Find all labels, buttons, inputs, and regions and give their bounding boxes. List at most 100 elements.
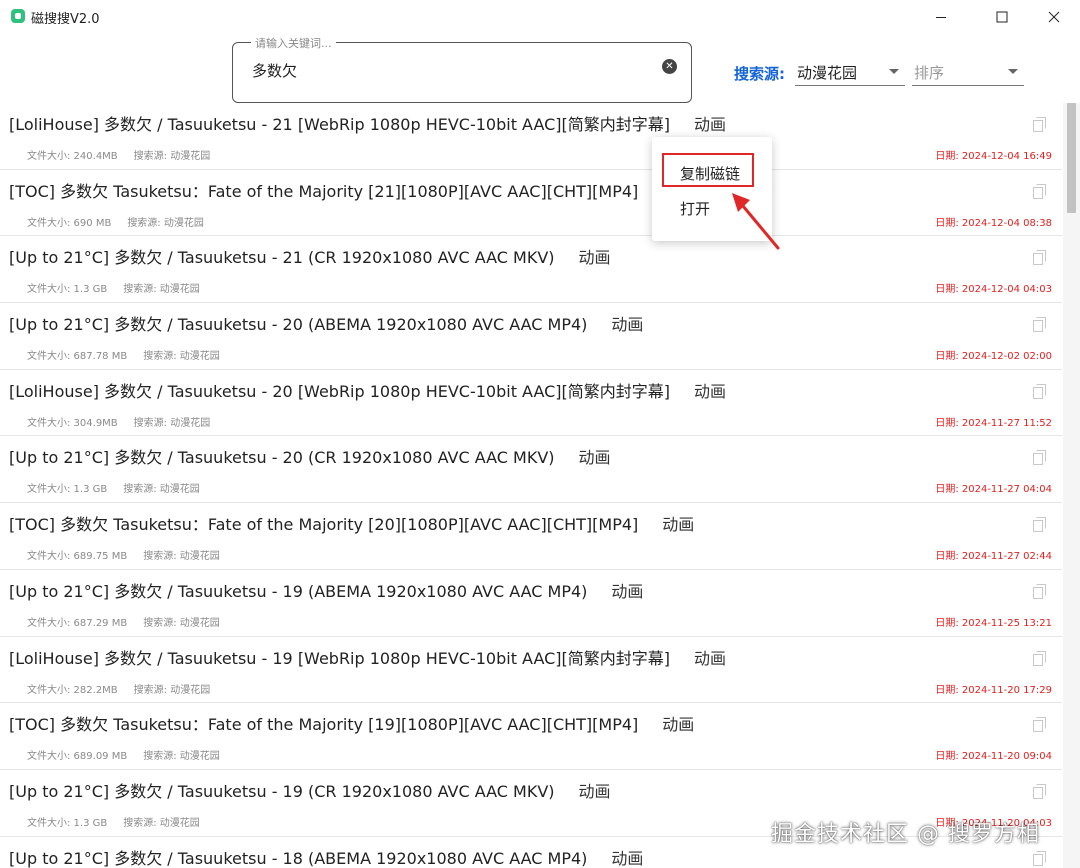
- result-source: 搜索源: 动漫花园: [123, 484, 200, 496]
- copy-icon[interactable]: [1033, 250, 1046, 266]
- file-size: 文件大小: 689.09 MB: [27, 751, 128, 763]
- result-title: [Up to 21°C] 多数欠 / Tasuuketsu - 19 (CR 1…: [9, 778, 611, 802]
- result-meta: 文件大小: 240.4MB 搜索源: 动漫花园: [27, 147, 210, 162]
- result-date: 日期: 2024-11-27 02:44: [935, 551, 1052, 563]
- search-input[interactable]: 请输入关键词... 多数欠 ✕: [232, 35, 692, 103]
- result-title: [Up to 21°C] 多数欠 / Tasuuketsu - 18 (ABEM…: [9, 845, 643, 868]
- highlight-box: [662, 153, 754, 187]
- maximize-icon: [996, 11, 1008, 23]
- result-type: 动画: [578, 448, 611, 468]
- file-size: 文件大小: 1.3 GB: [27, 817, 108, 829]
- list-item[interactable]: [TOC] 多数欠 Tasuketsu：Fate of the Majority…: [0, 170, 1062, 237]
- result-source: 搜索源: 动漫花园: [143, 551, 220, 563]
- result-date: 日期: 2024-11-25 13:21: [935, 617, 1052, 629]
- minimize-button[interactable]: [918, 0, 964, 34]
- list-item[interactable]: [Up to 21°C] 多数欠 / Tasuuketsu - 20 (CR 1…: [0, 436, 1062, 504]
- results-list[interactable]: [LoliHouse] 多数欠 / Tasuuketsu - 21 [WebRi…: [0, 103, 1062, 868]
- result-source: 搜索源: 动漫花园: [133, 417, 211, 429]
- file-size: 文件大小: 240.4MB: [27, 151, 118, 162]
- close-button[interactable]: [1031, 0, 1077, 34]
- copy-icon[interactable]: [1033, 650, 1046, 666]
- result-source: 搜索源: 动漫花园: [133, 151, 211, 162]
- result-meta: 文件大小: 689.75 MB 搜索源: 动漫花园: [27, 547, 220, 562]
- result-type: 动画: [611, 581, 644, 601]
- copy-icon[interactable]: [1033, 117, 1046, 132]
- source-select-value: 动漫花园: [797, 64, 858, 82]
- copy-icon[interactable]: [1033, 783, 1046, 799]
- close-icon: [1048, 11, 1060, 23]
- copy-icon[interactable]: [1033, 717, 1046, 733]
- open-menu-item[interactable]: 打开: [680, 198, 710, 219]
- result-source: 搜索源: 动漫花园: [143, 751, 220, 763]
- result-title: [LoliHouse] 多数欠 / Tasuuketsu - 19 [WebRi…: [9, 645, 726, 669]
- result-title: [Up to 21°C] 多数欠 / Tasuuketsu - 20 (ABEM…: [9, 311, 643, 335]
- copy-icon[interactable]: [1033, 317, 1046, 333]
- file-size: 文件大小: 282.2MB: [27, 684, 118, 696]
- file-size: 文件大小: 304.9MB: [27, 417, 118, 429]
- file-size: 文件大小: 690 MB: [27, 217, 112, 229]
- result-meta: 文件大小: 689.09 MB 搜索源: 动漫花园: [27, 747, 220, 762]
- list-item[interactable]: [LoliHouse] 多数欠 / Tasuuketsu - 20 [WebRi…: [0, 370, 1062, 437]
- result-source: 搜索源: 动漫花园: [133, 684, 211, 696]
- result-title: [LoliHouse] 多数欠 / Tasuuketsu - 20 [WebRi…: [9, 378, 726, 402]
- result-source: 搜索源: 动漫花园: [123, 284, 200, 296]
- list-item[interactable]: [TOC] 多数欠 Tasuketsu：Fate of the Majority…: [0, 503, 1062, 570]
- result-type: 动画: [662, 715, 695, 735]
- result-type: 动画: [694, 648, 727, 668]
- search-value[interactable]: 多数欠: [252, 60, 297, 81]
- result-title: [Up to 21°C] 多数欠 / Tasuuketsu - 21 (CR 1…: [9, 244, 611, 268]
- result-type: 动画: [694, 115, 727, 134]
- file-size: 文件大小: 687.78 MB: [27, 351, 128, 363]
- result-title: [TOC] 多数欠 Tasuketsu：Fate of the Majority…: [9, 511, 694, 535]
- result-type: 动画: [578, 781, 611, 801]
- chevron-down-icon: [889, 69, 899, 74]
- copy-icon[interactable]: [1033, 583, 1046, 599]
- result-meta: 文件大小: 687.78 MB 搜索源: 动漫花园: [27, 347, 220, 362]
- file-size: 文件大小: 687.29 MB: [27, 617, 128, 629]
- copy-icon[interactable]: [1033, 183, 1046, 199]
- result-title: [TOC] 多数欠 Tasuketsu：Fate of the Majority…: [9, 711, 694, 735]
- clear-search-icon[interactable]: ✕: [662, 59, 677, 74]
- list-item[interactable]: [Up to 21°C] 多数欠 / Tasuuketsu - 21 (CR 1…: [0, 236, 1062, 304]
- result-meta: 文件大小: 690 MB 搜索源: 动漫花园: [27, 214, 204, 229]
- result-type: 动画: [611, 315, 644, 335]
- scrollbar-thumb[interactable]: [1067, 103, 1076, 213]
- pointer-arrow-icon: [732, 193, 780, 250]
- copy-icon[interactable]: [1033, 450, 1046, 466]
- source-label: 搜索源:: [734, 65, 785, 83]
- copy-icon[interactable]: [1033, 517, 1046, 533]
- sort-select[interactable]: 排序: [912, 60, 1024, 86]
- result-source: 搜索源: 动漫花园: [143, 617, 220, 629]
- chevron-down-icon: [1008, 69, 1018, 74]
- copy-icon[interactable]: [1033, 383, 1046, 399]
- watermark: 掘金技术社区 @ 搜罗方相: [771, 822, 1040, 847]
- result-title: [TOC] 多数欠 Tasuketsu：Fate of the Majority…: [9, 178, 694, 202]
- result-title: [LoliHouse] 多数欠 / Tasuuketsu - 21 [WebRi…: [9, 111, 726, 135]
- result-meta: 文件大小: 282.2MB 搜索源: 动漫花园: [27, 681, 210, 696]
- list-item[interactable]: [Up to 21°C] 多数欠 / Tasuuketsu - 19 (ABEM…: [0, 570, 1062, 637]
- result-type: 动画: [694, 381, 727, 401]
- minimize-icon: [936, 17, 946, 18]
- result-meta: 文件大小: 304.9MB 搜索源: 动漫花园: [27, 414, 210, 429]
- source-select[interactable]: 动漫花园: [795, 60, 905, 86]
- result-meta: 文件大小: 1.3 GB 搜索源: 动漫花园: [27, 280, 200, 295]
- result-meta: 文件大小: 687.29 MB 搜索源: 动漫花园: [27, 614, 220, 629]
- list-item[interactable]: [TOC] 多数欠 Tasuketsu：Fate of the Majority…: [0, 703, 1062, 770]
- file-size: 文件大小: 1.3 GB: [27, 484, 108, 496]
- file-size: 文件大小: 689.75 MB: [27, 551, 128, 563]
- result-date: 日期: 2024-12-02 02:00: [935, 351, 1052, 363]
- result-source: 搜索源: 动漫花园: [127, 217, 204, 229]
- result-date: 日期: 2024-12-04 16:49: [935, 151, 1052, 162]
- result-type: 动画: [611, 848, 644, 868]
- result-date: 日期: 2024-12-04 08:38: [935, 217, 1052, 229]
- list-item[interactable]: [LoliHouse] 多数欠 / Tasuuketsu - 19 [WebRi…: [0, 637, 1062, 704]
- scrollbar[interactable]: [1063, 103, 1080, 868]
- list-item[interactable]: [Up to 21°C] 多数欠 / Tasuuketsu - 20 (ABEM…: [0, 303, 1062, 370]
- maximize-button[interactable]: [979, 0, 1025, 34]
- result-source: 搜索源: 动漫花园: [123, 817, 200, 829]
- list-item[interactable]: [LoliHouse] 多数欠 / Tasuuketsu - 21 [WebRi…: [0, 103, 1062, 170]
- result-meta: 文件大小: 1.3 GB 搜索源: 动漫花园: [27, 480, 200, 495]
- result-date: 日期: 2024-11-20 09:04: [935, 751, 1052, 763]
- app-icon: [11, 9, 25, 23]
- copy-icon[interactable]: [1033, 850, 1046, 866]
